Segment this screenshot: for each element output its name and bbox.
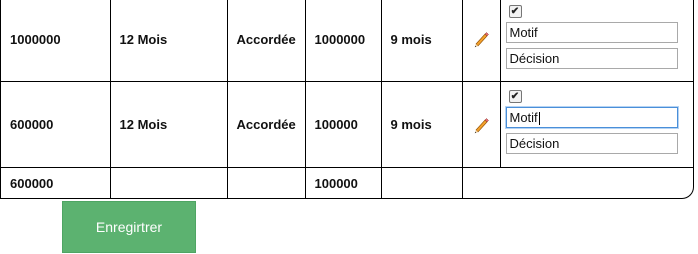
status-cell: Accordée (226, 0, 306, 82)
totals-row: 600000 100000 (1, 167, 693, 198)
edit-cell (461, 81, 501, 168)
granted-amount-cell: 1000000 (304, 0, 382, 82)
granted-amount-cell: 100000 (304, 81, 382, 168)
table-row: 600000 12 Mois Accordée 100000 9 mois ✔ … (1, 81, 693, 168)
duration-cell: 12 Mois (109, 0, 228, 82)
motif-field[interactable]: Motif (505, 21, 678, 43)
decision-field[interactable]: Décision (505, 133, 678, 154)
approve-checkbox[interactable]: ✔ (508, 4, 522, 18)
duration-cell: 12 Mois (109, 81, 228, 168)
save-button[interactable]: Enregirtrer (62, 201, 196, 253)
amount-cell: 600000 (1, 81, 111, 168)
motif-field-value: Motif (509, 24, 538, 40)
granted-duration-cell: 9 mois (380, 0, 463, 82)
amount-cell: 1000000 (1, 0, 111, 82)
pencil-icon[interactable] (472, 116, 490, 134)
granted-duration-cell: 9 mois (380, 81, 463, 168)
decision-cell: ✔ Motif Décision (499, 0, 693, 82)
decision-cell: ✔ Motif Décision (499, 81, 693, 168)
table-row: 1000000 12 Mois Accordée 1000000 9 mois (1, 0, 693, 82)
decision-field[interactable]: Décision (505, 47, 678, 69)
empty-cell (226, 167, 306, 198)
empty-cell (109, 167, 228, 198)
decision-field-value: Décision (509, 50, 560, 66)
motif-field[interactable]: Motif (505, 107, 678, 128)
motif-field-value: Motif (509, 110, 538, 125)
edit-cell (461, 0, 501, 82)
pencil-icon[interactable] (472, 30, 490, 48)
text-caret (538, 112, 540, 126)
credit-table: 1000000 12 Mois Accordée 1000000 9 mois (0, 0, 694, 199)
total-granted-amount-cell: 100000 (304, 167, 382, 198)
status-cell: Accordée (226, 81, 306, 168)
approve-checkbox[interactable]: ✔ (508, 90, 522, 103)
total-amount-cell: 600000 (1, 167, 111, 198)
decision-field-value: Décision (509, 136, 560, 151)
empty-cell (380, 167, 463, 198)
empty-cell (461, 167, 693, 198)
